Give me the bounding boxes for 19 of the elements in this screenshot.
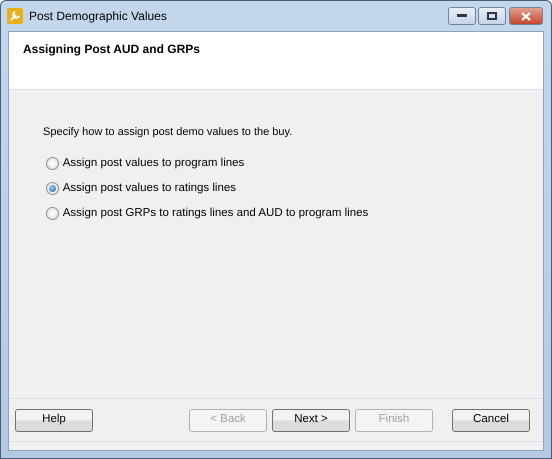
wizard-button[interactable]: Next > [272, 408, 350, 432]
radio-button[interactable] [46, 156, 59, 170]
close-icon [521, 12, 531, 20]
option-label[interactable]: Assign post values to program lines [62, 154, 244, 172]
maximize-button[interactable] [478, 7, 506, 25]
radio-button[interactable] [46, 207, 59, 220]
option-label[interactable]: Assign post GRPs to ratings lines and AUD to program lines [62, 205, 368, 222]
option-label[interactable]: Assign post values to ratings lines [62, 180, 236, 197]
minimize-button[interactable] [448, 7, 476, 25]
minimize-icon [456, 14, 466, 18]
help-button[interactable]: Help [15, 408, 93, 432]
page-heading: Assigning Post AUD and GRPs [23, 41, 201, 58]
window-title: Post Demographic Values [29, 8, 167, 25]
maximize-icon [487, 12, 498, 20]
radio-button[interactable] [46, 182, 59, 195]
instruction-text: Specify how to assign post demo values to the buy. [43, 125, 294, 140]
close-button[interactable] [509, 7, 543, 25]
cancel-button[interactable]: Cancel [452, 408, 530, 432]
wrench-icon [7, 8, 23, 24]
